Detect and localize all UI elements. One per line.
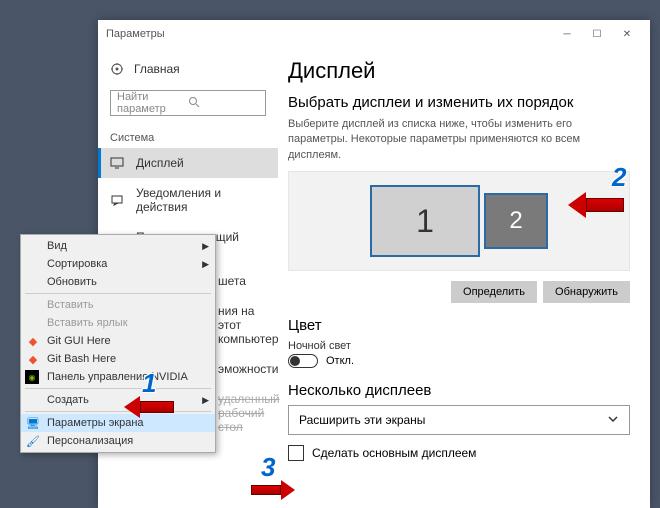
titlebar: Параметры ─ ☐ ✕	[98, 20, 650, 48]
annotation-arrow-1	[124, 396, 174, 418]
annotation-number-1: 1	[142, 368, 156, 399]
ctx-personalize[interactable]: 🖌Персонализация	[21, 432, 215, 450]
search-placeholder: Найти параметр	[117, 91, 188, 115]
main-panel: Дисплей Выбрать дисплеи и изменить их по…	[278, 48, 650, 508]
git-icon: ◆	[25, 333, 41, 349]
annotation-arrow-2	[568, 192, 624, 218]
display-arrange-area[interactable]: 1 2	[288, 171, 630, 271]
monitor-1[interactable]: 1	[370, 185, 480, 257]
ctx-display-settings[interactable]: 🖥Параметры экрана	[21, 414, 215, 432]
sidebar-item-notifications[interactable]: Уведомления и действия	[98, 178, 278, 222]
multi-display-dropdown[interactable]: Расширить эти экраны	[288, 405, 630, 435]
git-icon: ◆	[25, 351, 41, 367]
sidebar-section-label: Система	[98, 124, 278, 148]
night-light-label: Ночной свет	[288, 340, 630, 352]
submenu-arrow-icon: ▶	[202, 241, 209, 252]
submenu-arrow-icon: ▶	[202, 259, 209, 270]
sidebar-item-label: Уведомления и действия	[136, 186, 266, 214]
search-icon	[188, 96, 259, 111]
ctx-paste-shortcut: Вставить ярлык	[21, 314, 215, 332]
personalize-icon: 🖌	[25, 433, 41, 449]
primary-display-label: Сделать основным дисплеем	[312, 446, 476, 460]
toggle-state: Откл.	[326, 355, 354, 367]
sidebar-item-display[interactable]: Дисплей	[98, 148, 278, 178]
chevron-down-icon	[607, 413, 619, 428]
multi-display-title: Несколько дисплеев	[288, 382, 630, 399]
identify-button[interactable]: Определить	[451, 281, 537, 303]
sidebar-item-label: Дисплей	[136, 156, 184, 170]
annotation-number-2: 2	[612, 162, 626, 193]
display-icon: 🖥	[25, 415, 41, 431]
ctx-new[interactable]: Создать▶	[21, 391, 215, 409]
search-input[interactable]: Найти параметр	[110, 90, 266, 116]
minimize-button[interactable]: ─	[552, 24, 582, 44]
ctx-view[interactable]: Вид▶	[21, 237, 215, 255]
ctx-refresh[interactable]: Обновить	[21, 273, 215, 291]
primary-display-row[interactable]: Сделать основным дисплеем	[288, 445, 630, 461]
night-light-toggle[interactable]	[288, 354, 318, 368]
ctx-git-gui[interactable]: ◆Git GUI Here	[21, 332, 215, 350]
maximize-button[interactable]: ☐	[582, 24, 612, 44]
detect-button[interactable]: Обнаружить	[543, 281, 630, 303]
dropdown-value: Расширить эти экраны	[299, 413, 425, 427]
home-icon	[110, 62, 124, 76]
annotation-arrow-3	[251, 480, 295, 500]
ctx-separator	[25, 293, 211, 294]
sidebar-home-label: Главная	[134, 62, 180, 76]
arrange-description: Выберите дисплей из списка ниже, чтобы и…	[288, 117, 630, 163]
ctx-paste: Вставить	[21, 296, 215, 314]
close-button[interactable]: ✕	[612, 24, 642, 44]
desktop-context-menu: Вид▶ Сортировка▶ Обновить Вставить Встав…	[20, 234, 216, 453]
arrange-subtitle: Выбрать дисплеи и изменить их порядок	[288, 94, 630, 111]
ctx-nvidia[interactable]: ◉Панель управления NVIDIA	[21, 368, 215, 386]
ctx-sort[interactable]: Сортировка▶	[21, 255, 215, 273]
sidebar-home[interactable]: Главная	[98, 56, 278, 82]
window-title: Параметры	[106, 28, 552, 40]
nvidia-icon: ◉	[25, 370, 39, 384]
color-section-title: Цвет	[288, 317, 630, 334]
monitor-icon	[110, 156, 124, 170]
ctx-separator	[25, 411, 211, 412]
submenu-arrow-icon: ▶	[202, 395, 209, 406]
monitor-2[interactable]: 2	[484, 193, 548, 249]
page-title: Дисплей	[288, 58, 630, 84]
primary-display-checkbox[interactable]	[288, 445, 304, 461]
annotation-number-3: 3	[261, 452, 275, 483]
ctx-git-bash[interactable]: ◆Git Bash Here	[21, 350, 215, 368]
notification-icon	[110, 193, 124, 207]
ctx-separator	[25, 388, 211, 389]
